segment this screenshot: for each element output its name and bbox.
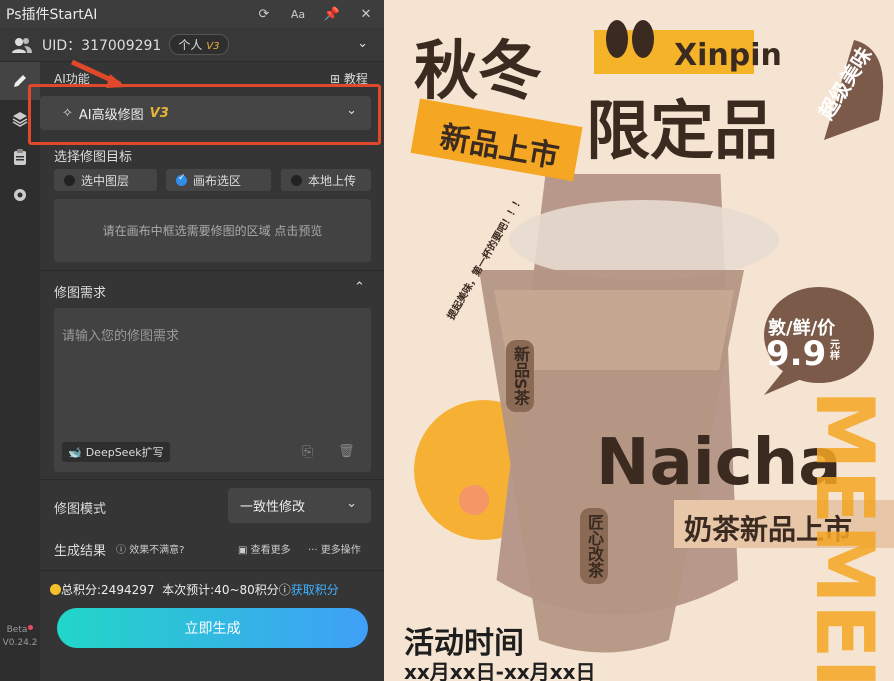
more-icon: ··· — [308, 545, 318, 556]
canvas-preview-area[interactable]: 请在画布中框选需要修图的区域 点击预览 — [54, 199, 371, 262]
deepseek-button[interactable]: 🐋 DeepSeek扩写 — [62, 442, 170, 462]
requirements-input[interactable]: 请输入您的修图需求 🐋 DeepSeek扩写 ⎘ 🗑 — [54, 308, 371, 472]
preview-hint: 请在画布中框选需要修图的区域 点击预览 — [102, 224, 323, 238]
generate-button[interactable]: 立即生成 — [57, 608, 368, 648]
mode-label: 修图模式 — [54, 502, 107, 517]
close-icon[interactable]: ✕ — [356, 4, 376, 24]
get-points-link[interactable]: 获取积分 — [291, 583, 339, 597]
highlight-box — [28, 84, 381, 145]
app-title: Ps插件StartAI — [6, 7, 98, 23]
poster-event-date: xx月xx日-xx月xx日 — [404, 660, 596, 681]
poster-price-unit: 元样 — [830, 340, 840, 362]
points-total: 总积分:2494297 — [61, 583, 155, 597]
divider — [40, 270, 384, 271]
beta-label: Beta — [0, 625, 40, 635]
divider — [40, 570, 384, 571]
clipboard-icon — [14, 149, 26, 165]
more-actions-link[interactable]: ··· 更多操作 — [308, 541, 361, 556]
coin-icon — [50, 584, 61, 595]
poster-cup-label1: 新品S茶 — [506, 340, 534, 412]
eyes-icon — [606, 20, 654, 58]
requirements-placeholder: 请输入您的修图需求 — [62, 329, 180, 344]
view-more-link[interactable]: ▣ 查看更多 — [238, 541, 291, 556]
poster-brand: Xinpin — [674, 38, 782, 73]
pencil-icon — [14, 75, 26, 87]
layers-icon — [12, 112, 28, 127]
trash-icon[interactable]: 🗑 — [338, 444, 355, 459]
feedback-link[interactable]: ⓘ 效果不满意? — [116, 541, 185, 556]
divider — [40, 479, 384, 480]
uid-label: UID：317009291 — [42, 37, 162, 54]
version-label: V0.24.2 — [2, 638, 38, 648]
points-estimate: 本次预计:40~80积分 — [162, 583, 279, 597]
pin-icon[interactable]: 📌 — [322, 4, 342, 24]
target-title: 选择修图目标 — [54, 150, 133, 165]
title-bar: Ps插件StartAI ⟳ Aa 📌 ✕ — [0, 0, 384, 28]
annotation-arrow — [70, 60, 126, 88]
poster-price: 9.9 — [766, 334, 827, 374]
gear-icon — [14, 189, 26, 201]
gallery-icon: ▣ — [238, 545, 248, 556]
points-bar: 总积分:2494297 本次预计:40~80积分ⓘ获取积分 — [50, 581, 339, 598]
chevron-down-icon[interactable]: ⌄ — [357, 36, 368, 51]
info-icon: ⓘ — [278, 583, 291, 597]
requirements-title: 修图需求 — [54, 286, 107, 301]
plugin-panel: Ps插件StartAI ⟳ Aa 📌 ✕ UID：317009291 个人 V3 … — [0, 0, 384, 681]
plan-badge: 个人 V3 — [169, 34, 229, 55]
user-group-icon — [12, 37, 32, 53]
result-label: 生成结果 — [54, 544, 107, 559]
poster-cup-label2: 匠心改茶 — [580, 508, 608, 584]
chevron-up-icon[interactable]: ⌃ — [354, 280, 365, 295]
mode-value: 一致性修改 — [240, 500, 306, 515]
poster-title-line2: 限定品 — [586, 95, 778, 169]
poster-side-text: MEMEI — [798, 390, 891, 681]
target-option-layer[interactable]: 选中图层 — [54, 169, 157, 191]
sidebar: Beta V0.24.2 — [0, 62, 40, 681]
info-icon: ⓘ — [116, 545, 126, 556]
font-size-icon[interactable]: Aa — [288, 4, 308, 24]
target-option-selection[interactable]: 画布选区 — [166, 169, 271, 191]
target-option-upload[interactable]: 本地上传 — [281, 169, 371, 191]
refresh-icon[interactable]: ⟳ — [254, 4, 274, 24]
canvas-poster: 秋冬 限定品 Xinpin 新品上市 超级美味 提起美味，第一杯的要吧！！！ 新… — [384, 0, 894, 681]
user-bar[interactable]: UID：317009291 个人 V3 ⌄ — [0, 28, 384, 62]
clipboard-icon[interactable]: ⎘ — [302, 444, 313, 460]
chevron-down-icon: ⌄ — [346, 496, 357, 511]
sidebar-item-settings[interactable] — [0, 176, 40, 214]
deepseek-icon: 🐋 — [68, 445, 82, 459]
mode-dropdown[interactable]: 一致性修改 ⌄ — [228, 488, 371, 523]
poster-title-line1: 秋冬 — [414, 35, 542, 109]
